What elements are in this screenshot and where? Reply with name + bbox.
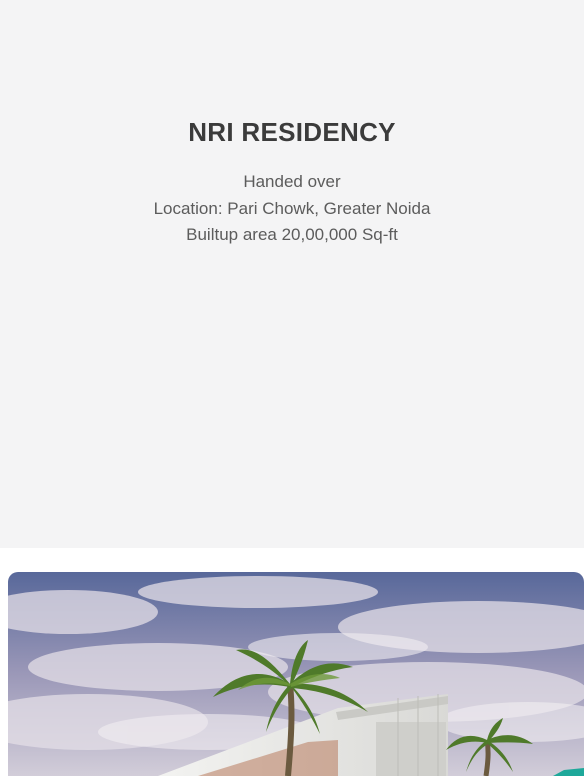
project-image[interactable] bbox=[8, 572, 584, 776]
project-info-card: NRI RESIDENCY Handed over Location: Pari… bbox=[0, 0, 584, 548]
project-builtup-area: Builtup area 20,00,000 Sq-ft bbox=[186, 225, 398, 244]
project-status: Handed over bbox=[243, 172, 341, 191]
project-details: Handed over Location: Pari Chowk, Greate… bbox=[0, 169, 584, 249]
project-location: Location: Pari Chowk, Greater Noida bbox=[153, 198, 431, 218]
section-divider bbox=[0, 548, 584, 572]
project-title: NRI RESIDENCY bbox=[188, 117, 396, 147]
building-render-illustration bbox=[8, 572, 584, 776]
